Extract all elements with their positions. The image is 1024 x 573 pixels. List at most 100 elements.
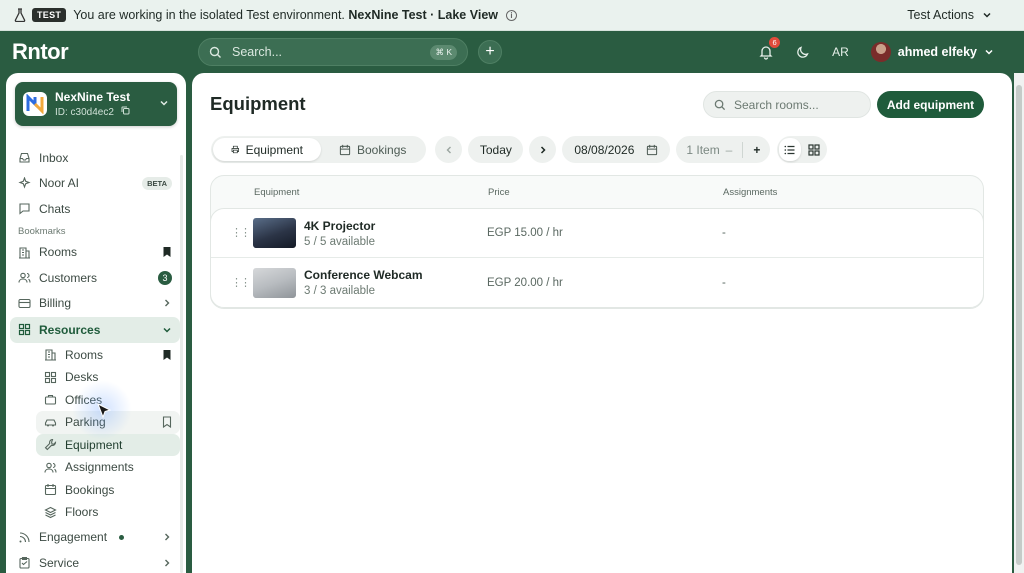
language-switch[interactable]: AR <box>832 45 849 59</box>
search-rooms-input[interactable]: Search rooms... <box>703 91 871 118</box>
window-scrollbar[interactable] <box>1014 73 1024 573</box>
previous-date-button[interactable] <box>435 136 463 163</box>
column-header-assignments[interactable]: Assignments <box>723 187 777 198</box>
column-header-price[interactable]: Price <box>488 187 723 198</box>
equipment-name[interactable]: Conference Webcam <box>304 268 487 282</box>
notifications-button[interactable]: 6 <box>758 37 781 60</box>
tab-bookings[interactable]: Bookings <box>321 138 424 161</box>
chat-bubble-icon <box>18 202 31 215</box>
search-icon <box>714 99 726 110</box>
sidebar-item-billing[interactable]: Billing <box>10 291 180 317</box>
sidebar-item-engagement[interactable]: Engagement <box>10 525 180 551</box>
bookmarks-section-label: Bookmarks <box>18 225 66 237</box>
top-navigation: Rntor Search... ⌘ K + 6 AR ahmed elfeky <box>0 31 1024 73</box>
quick-create-button[interactable]: + <box>478 40 502 64</box>
sidebar-item-label: Service <box>39 555 80 570</box>
printer-icon <box>231 145 239 154</box>
increment-button[interactable]: + <box>753 143 760 157</box>
test-badge: TEST <box>32 8 67 22</box>
bookmark-filled-icon[interactable] <box>162 246 172 258</box>
sidebar-item-assignments[interactable]: Assignments <box>36 456 180 479</box>
beta-badge: BETA <box>142 176 172 190</box>
tab-equipment[interactable]: Equipment <box>213 138 321 161</box>
equipment-assignments: - <box>722 227 726 239</box>
grid-view-button[interactable] <box>803 138 825 161</box>
item-count: 1 Item <box>686 142 720 157</box>
theme-toggle-button[interactable] <box>796 45 810 59</box>
sidebar-item-label: Chats <box>39 201 71 216</box>
column-header-equipment[interactable]: Equipment <box>254 187 488 198</box>
sidebar-item-floors[interactable]: Floors <box>36 501 180 524</box>
equipment-thumbnail <box>253 267 296 298</box>
next-date-button[interactable] <box>529 136 557 163</box>
test-actions-menu[interactable]: Test Actions <box>907 8 1010 22</box>
drag-handle-icon[interactable]: ⋮⋮ <box>231 228 251 239</box>
sidebar-item-service[interactable]: Service <box>10 550 180 573</box>
copy-icon[interactable] <box>121 106 130 115</box>
global-search-input[interactable]: Search... ⌘ K <box>198 38 468 66</box>
equipment-price: EGP 15.00 / hr <box>487 227 563 239</box>
drag-handle-icon[interactable]: ⋮⋮ <box>231 277 251 288</box>
sidebar-item-customers[interactable]: Customers 3 <box>10 265 180 291</box>
app-logo[interactable]: Rntor <box>12 39 198 65</box>
add-equipment-button[interactable]: Add equipment <box>877 91 984 118</box>
sidebar-item-resources[interactable]: Resources <box>10 317 180 343</box>
equipment-availability: 3 / 3 available <box>304 285 375 297</box>
sidebar-scrollbar[interactable] <box>180 155 183 573</box>
list-icon <box>784 145 795 154</box>
table-row[interactable]: ⋮⋮ 4K Projector 5 / 5 available EGP 15.0… <box>211 209 983 258</box>
user-menu[interactable]: ahmed elfeky <box>870 42 994 62</box>
building-icon <box>44 348 57 361</box>
chevron-right-icon <box>162 532 172 542</box>
sidebar-item-label: Rooms <box>65 347 104 362</box>
equipment-toolbar: Equipment Bookings Today 08/08/2026 1 It… <box>211 136 828 163</box>
sidebar-item-inbox[interactable]: Inbox <box>10 145 180 171</box>
window-scrollbar-thumb[interactable] <box>1016 85 1022 565</box>
sidebar-item-label: Engagement <box>39 530 108 545</box>
sidebar-item-label: Resources <box>39 322 101 337</box>
sidebar: NexNine Test ID: c30d4ec2 Inbox Noor AI … <box>6 73 186 573</box>
sidebar-item-noor-ai[interactable]: Noor AI BETA <box>10 171 180 197</box>
chevron-right-icon <box>540 145 546 154</box>
building-icon <box>18 246 31 259</box>
organization-switcher[interactable]: NexNine Test ID: c30d4ec2 <box>15 82 177 126</box>
wrench-icon <box>44 438 57 451</box>
info-icon[interactable]: i <box>506 9 517 21</box>
equipment-thumbnail <box>253 218 296 248</box>
sidebar-item-rooms-bookmark[interactable]: Rooms <box>10 240 180 266</box>
equipment-price: EGP 20.00 / hr <box>487 276 563 289</box>
clipboard-icon <box>18 556 31 569</box>
test-environment-banner: TEST You are working in the isolated Tes… <box>0 0 1024 31</box>
chevron-left-icon <box>446 146 451 153</box>
equipment-name[interactable]: 4K Projector <box>304 219 487 233</box>
list-view-button[interactable] <box>779 138 802 161</box>
date-picker[interactable]: 08/08/2026 <box>562 136 671 163</box>
view-tabs: Equipment Bookings <box>211 136 427 163</box>
sidebar-item-label: Equipment <box>65 437 123 452</box>
sidebar-item-label: Customers <box>39 270 98 285</box>
user-name: ahmed elfeky <box>897 45 977 59</box>
table-row[interactable]: ⋮⋮ Conference Webcam 3 / 3 available EGP… <box>211 258 983 307</box>
plus-icon: + <box>485 43 495 60</box>
bookmark-outline-icon[interactable] <box>162 416 172 429</box>
banner-message: You are working in the isolated Test env… <box>73 8 498 22</box>
main-content: Equipment Search rooms... Add equipment … <box>192 73 1012 573</box>
grid-icon <box>18 323 31 336</box>
inbox-icon <box>18 151 31 164</box>
avatar <box>870 42 891 62</box>
sidebar-item-rooms[interactable]: Rooms <box>36 344 180 367</box>
notification-count-badge: 6 <box>769 37 781 48</box>
sidebar-item-bookings[interactable]: Bookings <box>36 479 180 502</box>
users-icon <box>18 271 31 284</box>
layout-toggle <box>777 136 828 163</box>
organization-name: NexNine Test <box>55 90 131 104</box>
sidebar-item-chats[interactable]: Chats <box>10 196 180 222</box>
rss-icon <box>18 531 31 544</box>
briefcase-icon <box>44 393 57 406</box>
today-button[interactable]: Today <box>468 136 524 163</box>
bookmark-filled-icon[interactable] <box>162 349 172 361</box>
decrement-button[interactable]: – <box>726 143 733 157</box>
chevron-right-icon <box>162 558 172 568</box>
chevron-down-icon <box>159 98 169 111</box>
banner-message-text: You are working in the isolated Test env… <box>73 8 345 22</box>
